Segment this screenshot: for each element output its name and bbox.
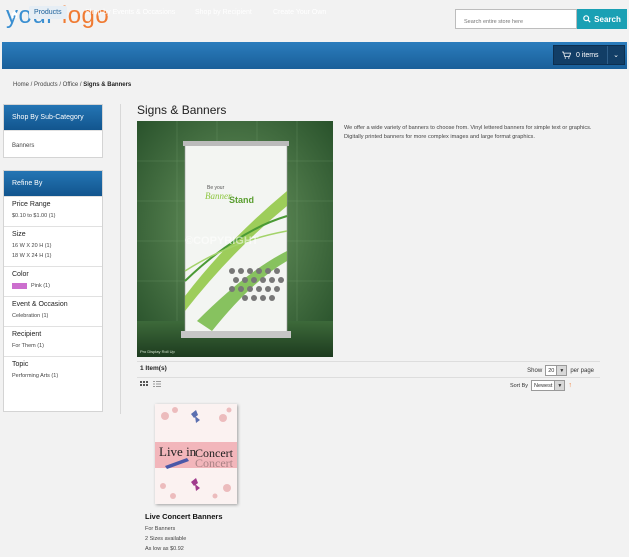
search-button[interactable]: Search <box>577 9 627 29</box>
search-icon <box>583 15 591 23</box>
cart-count: 0 items <box>576 51 599 59</box>
facet-title: Event & Occasion <box>12 301 68 308</box>
facet-option[interactable]: Performing Arts (1) <box>12 371 94 381</box>
facet-price-range: Price Range $0.10 to $1.00 (1) <box>4 196 102 226</box>
nav-item-products[interactable]: Products <box>29 6 67 19</box>
hero-text-3: Stand <box>229 195 254 205</box>
sort-select[interactable]: Newest ▼ <box>531 380 566 391</box>
home-icon <box>10 10 19 19</box>
facet-title: Color <box>12 271 29 278</box>
facet-title: Recipient <box>12 331 42 338</box>
facet-title: Price Range <box>12 201 51 208</box>
facet-color: Color Pink (1) <box>4 266 102 296</box>
search-input[interactable] <box>456 13 576 31</box>
pink-swatch <box>12 282 27 289</box>
thumb-text-1: Live in <box>159 444 197 459</box>
facet-size: Size 16 W X 20 H (1) 18 W X 24 H (1) <box>4 226 102 266</box>
sort-control: Sort By Newest ▼ ↑ <box>510 380 572 391</box>
cart-icon <box>562 51 571 59</box>
view-mode-toggle <box>140 381 161 387</box>
facet-option[interactable]: 16 W X 20 H (1) <box>12 241 94 251</box>
grid-view-icon[interactable] <box>140 381 148 387</box>
thumb-text-2-reflection: Concert <box>195 456 234 470</box>
facet-event-occasion: Event & Occasion Celebration (1) <box>4 296 102 326</box>
page-size-control: Show 20 ▼ per page <box>527 365 594 376</box>
facet-title: Size <box>12 231 26 238</box>
results-toolbar: 1 Item(s) Show 20 ▼ per page <box>137 361 600 378</box>
facet-option[interactable]: Pink (1) <box>12 281 94 291</box>
chevron-down-icon[interactable]: ⌄ <box>608 51 624 59</box>
search-field-wrapper <box>455 9 577 31</box>
facet-option[interactable]: Celebration (1) <box>12 311 94 321</box>
list-view-icon[interactable] <box>153 381 161 387</box>
product-name[interactable]: Live Concert Banners <box>145 512 223 521</box>
page-size-value: 20 <box>548 367 555 374</box>
per-page-label: per page <box>570 367 594 374</box>
subcategory-panel: Shop By Sub-Category Banners <box>3 104 103 158</box>
facet-topic: Topic Performing Arts (1) <box>4 356 102 386</box>
facet-option-label: Pink (1) <box>31 283 50 289</box>
sort-value: Newest <box>534 382 553 389</box>
facet-option[interactable]: For Them (1) <box>12 341 94 351</box>
page-title: Signs & Banners <box>137 103 227 117</box>
product-category: For Banners <box>145 526 176 532</box>
cart-button[interactable]: 0 items ⌄ <box>553 45 625 65</box>
category-description: We offer a wide variety of banners to ch… <box>344 125 592 140</box>
product-thumbnail[interactable]: Live in Concert Concert <box>155 404 237 504</box>
breadcrumb-trail[interactable]: Home / Products / Office / <box>13 82 83 88</box>
items-count: 1 Item(s) <box>140 365 167 372</box>
show-label: Show <box>527 367 543 374</box>
breadcrumb: Home / Products / Office / Signs & Banne… <box>13 82 131 88</box>
search-button-label: Search <box>594 14 621 24</box>
nav-item-events-occasions[interactable]: Shop by Events & Occasions <box>85 9 175 16</box>
chevron-down-icon: ▼ <box>554 381 565 390</box>
subcategory-heading: Shop By Sub-Category <box>4 105 102 130</box>
refine-heading: Refine By <box>4 171 102 196</box>
product-sizes: 2 Sizes available <box>145 536 187 542</box>
facet-option[interactable]: 18 W X 24 H (1) <box>12 251 94 261</box>
hero-text-2: Banner <box>205 191 232 201</box>
sort-label: Sort By <box>510 382 529 389</box>
hero-watermark: ©COPYRIGHT <box>185 235 259 247</box>
nav-home[interactable] <box>10 6 19 24</box>
hero-caption: Pro Display Roll Up <box>140 349 175 354</box>
facet-title: Topic <box>12 361 29 368</box>
facet-recipient: Recipient For Them (1) <box>4 326 102 356</box>
breadcrumb-current: Signs & Banners <box>83 82 132 88</box>
sort-direction-icon[interactable]: ↑ <box>568 382 572 389</box>
facet-option[interactable]: $0.10 to $1.00 (1) <box>12 211 94 221</box>
refine-panel: Refine By Price Range $0.10 to $1.00 (1)… <box>3 170 103 412</box>
chevron-down-icon: ▼ <box>556 366 567 375</box>
product-price: As low as $0.92 <box>145 546 184 552</box>
subcategory-link-banners[interactable]: Banners <box>12 141 94 151</box>
category-hero-image: Be your Banner Stand ©COPYRIGHT Pro Disp… <box>137 121 333 357</box>
column-divider <box>120 104 121 414</box>
main-navigation <box>2 42 627 69</box>
page-size-select[interactable]: 20 ▼ <box>545 365 568 376</box>
nav-item-recipient[interactable]: Shop by Recipient <box>195 9 252 16</box>
nav-item-create-your-own[interactable]: Create Your Own <box>273 9 326 16</box>
